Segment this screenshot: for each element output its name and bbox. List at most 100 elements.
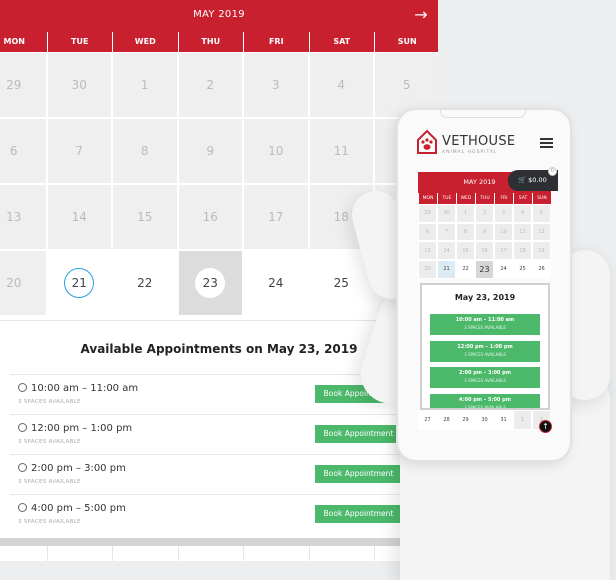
slot-time-row: 4:00 pm – 5:00 pm	[18, 503, 126, 514]
calendar-day[interactable]: 21	[437, 260, 456, 279]
calendar-day: 20	[0, 250, 47, 316]
book-appointment-button[interactable]: Book Appointment	[315, 425, 402, 443]
book-appointment-button[interactable]: Book Appointment	[315, 385, 402, 403]
appointment-slot: 10:00 am – 11:00 am 3 SPACES AVAILABLE Boo…	[10, 374, 420, 414]
calendar-day[interactable]: 22	[112, 250, 178, 316]
calendar-day	[177, 546, 243, 561]
day-number: 14	[71, 210, 87, 224]
day-number: 8	[140, 144, 149, 158]
calendar-day[interactable]: 25	[308, 250, 374, 316]
weekday-header: TUE	[46, 32, 112, 52]
calendar-day[interactable]: 24	[494, 260, 513, 279]
appointments-panel: Available Appointments on May 23, 2019 1…	[0, 320, 438, 538]
arrow-right-icon[interactable]: →	[414, 6, 428, 24]
calendar-day[interactable]: 23	[475, 260, 494, 279]
calendar-day: 15	[112, 184, 178, 250]
slot-time: 2:00 pm – 3:00 pm	[459, 370, 511, 376]
book-appointment-button[interactable]: Book Appointment	[315, 505, 402, 523]
calendar-day: 10	[243, 118, 309, 184]
mobile-slot-button[interactable]: 2:00 pm – 3:00 pm 3 SPACES AVAILABLE	[430, 367, 540, 388]
day-number: 20	[6, 276, 22, 290]
mobile-appointments-panel: May 23, 2019 10:00 am – 11:00 am 3 SPACES…	[420, 283, 550, 410]
day-number: 10	[268, 144, 284, 158]
day-number: 24	[268, 276, 284, 290]
slot-time: 4:00 pm – 5:00 pm	[31, 503, 126, 514]
calendar-day: 6	[0, 118, 47, 184]
calendar-day[interactable]: 24	[243, 250, 309, 316]
calendar-day[interactable]: 21	[46, 250, 112, 316]
day-number: 29	[6, 78, 22, 92]
clock-icon	[18, 503, 27, 512]
calendar-day[interactable]: 29	[456, 410, 475, 430]
weekday-header: FRI	[243, 32, 309, 52]
month-title: MAY 2019	[193, 9, 245, 20]
calendar-day[interactable]: 26	[532, 260, 551, 279]
cart-total: $0.00	[528, 176, 547, 184]
calendar-day: 5	[374, 52, 438, 118]
appointment-slot: 2:00 pm – 3:00 pm 3 SPACES AVAILABLE Book …	[10, 454, 420, 494]
weekday-header: WED	[456, 193, 475, 204]
calendar-day: 9	[177, 118, 243, 184]
weekday-header: WED	[112, 32, 178, 52]
phone-notch	[440, 110, 526, 118]
phone-mockup: VETHOUSE ANIMAL HOSPITAL MAY 2019 MON TUE…	[398, 110, 570, 460]
calendar-day: 8	[112, 118, 178, 184]
slot-time: 2:00 pm – 3:00 pm	[31, 463, 126, 474]
hamburger-menu-icon[interactable]	[540, 138, 553, 148]
slot-time: 12:00 pm – 1:00 pm	[31, 423, 133, 434]
calendar-day: 2	[475, 204, 494, 223]
brand-name: VETHOUSE	[442, 134, 516, 149]
weekday-header: SAT	[513, 193, 532, 204]
mobile-slot-button[interactable]: 4:00 pm – 5:00 pm 3 SPACES AVAILABLE	[430, 393, 540, 408]
calendar-day: 29	[0, 52, 47, 118]
day-number: 11	[333, 144, 349, 158]
calendar-day: 1	[112, 52, 178, 118]
weekday-header: SUN	[374, 32, 438, 52]
calendar-day[interactable]: 22	[456, 260, 475, 279]
arrow-up-icon[interactable]: ↑	[539, 420, 552, 433]
calendar-day: 11	[513, 222, 532, 242]
calendar-day: 12	[532, 222, 551, 242]
calendar-day: 17	[494, 241, 513, 261]
day-number: 1	[140, 78, 149, 92]
day-number: 25	[333, 276, 349, 290]
weekday-header: SUN	[532, 193, 551, 204]
day-number: 9	[206, 144, 215, 158]
calendar-day[interactable]: 30	[475, 410, 494, 430]
calendar-day[interactable]: 27	[418, 410, 437, 430]
calendar-day: 9	[475, 222, 494, 242]
calendar-day[interactable]: 23	[177, 250, 243, 316]
mobile-slot-button[interactable]: 12:00 pm – 1:00 pm 3 SPACES AVAILABLE	[430, 340, 540, 362]
appointment-slot: 12:00 pm – 1:00 pm 3 SPACES AVAILABLE Book…	[10, 414, 420, 454]
day-number: 2	[206, 78, 215, 92]
day-number: 21	[64, 268, 95, 298]
book-appointment-button[interactable]: Book Appointment	[315, 465, 402, 483]
weekday-header: MON	[418, 193, 437, 204]
calendar-day[interactable]: 31	[494, 410, 513, 430]
calendar-day: 16	[177, 184, 243, 250]
slot-spaces: 3 SPACES AVAILABLE	[18, 519, 81, 525]
calendar-day: 8	[456, 222, 475, 242]
slot-time: 4:00 pm – 5:00 pm	[459, 396, 511, 403]
slot-time-row: 2:00 pm – 3:00 pm	[18, 463, 126, 474]
day-number: 30	[71, 78, 87, 92]
slot-time: 12:00 pm – 1:00 pm	[457, 343, 513, 350]
calendar-day: 15	[456, 241, 475, 261]
brand-subtitle: ANIMAL HOSPITAL	[442, 150, 498, 155]
calendar-day: 11	[308, 118, 374, 184]
calendar-day: 4	[513, 204, 532, 223]
calendar-day[interactable]: 25	[513, 260, 532, 279]
day-number: 17	[268, 210, 284, 224]
divider	[0, 538, 438, 546]
mobile-appointments-date: May 23, 2019	[454, 293, 516, 302]
calendar-day: 16	[475, 241, 494, 261]
day-number: 18	[333, 210, 349, 224]
calendar-day: 1	[513, 410, 532, 430]
calendar-day	[374, 546, 438, 561]
weekday-header: FRI	[494, 193, 513, 204]
mobile-slot-button[interactable]: 10:00 am – 11:00 am 3 SPACES AVAILABLE	[430, 314, 540, 335]
day-number: 6	[9, 144, 18, 158]
desktop-calendar: MAY 2019 → MON TUE WED THU FRI SAT SUN 29 30 1 2 3 4…	[0, 0, 438, 561]
day-number: 23	[195, 268, 226, 298]
calendar-day[interactable]: 28	[437, 410, 456, 430]
